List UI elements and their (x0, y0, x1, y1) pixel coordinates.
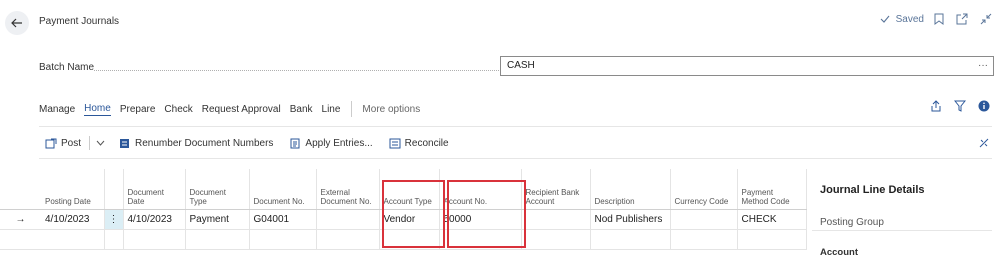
checkmark-icon (880, 15, 890, 23)
col-payment-method-code[interactable]: Payment Method Code (737, 169, 807, 210)
col-currency-code[interactable]: Currency Code (670, 169, 738, 210)
batch-name-label: Batch Name (39, 62, 95, 73)
apply-entries-button[interactable]: Apply Entries... (289, 137, 373, 149)
saved-status: Saved (895, 13, 924, 25)
personalize-button[interactable] (978, 137, 990, 152)
menu-home[interactable]: Home (84, 103, 111, 116)
action-bar: Post Renumber Document Numbers Apply Ent… (45, 136, 465, 150)
cell-document-date[interactable]: 4/10/2023 (123, 209, 186, 230)
row-actions-icon[interactable]: ⋮ (104, 209, 124, 230)
open-new-window-icon[interactable] (956, 13, 968, 25)
renumber-icon (120, 138, 130, 148)
apply-entries-label: Apply Entries... (305, 137, 373, 149)
chevron-down-icon (96, 140, 105, 146)
collapse-icon[interactable] (980, 13, 992, 25)
col-actions (104, 169, 124, 210)
reconcile-icon (389, 138, 401, 148)
cell-recipient-bank-account[interactable] (521, 209, 591, 230)
details-account[interactable]: Account (820, 247, 858, 257)
col-recipient-bank-account[interactable]: Recipient Bank Account (521, 169, 591, 210)
cell-external-document-no[interactable] (316, 209, 380, 230)
menu-request-approval[interactable]: Request Approval (202, 104, 281, 115)
arrow-left-icon (11, 18, 22, 28)
cell-description[interactable]: Nod Publishers (590, 209, 671, 230)
menu-prepare[interactable]: Prepare (120, 104, 156, 115)
info-icon[interactable] (978, 100, 990, 112)
cell-posting-date[interactable]: 4/10/2023 (41, 209, 105, 230)
share-icon[interactable] (930, 100, 942, 112)
renumber-document-numbers-button[interactable]: Renumber Document Numbers (119, 138, 273, 149)
action-menu-bar: Manage Home Prepare Check Request Approv… (39, 101, 429, 117)
batch-leader-dots (94, 62, 499, 71)
col-document-no[interactable]: Document No. (249, 169, 317, 210)
renumber-label: Renumber Document Numbers (135, 137, 274, 149)
post-button[interactable]: Post (45, 138, 81, 149)
cell-document-type[interactable]: Payment (185, 209, 250, 230)
menu-line[interactable]: Line (322, 104, 341, 115)
lookup-ellipsis-icon[interactable]: ··· (978, 60, 988, 71)
menu-bank[interactable]: Bank (290, 104, 313, 115)
page-title: Payment Journals (39, 16, 120, 27)
cell-currency-code[interactable] (670, 209, 738, 230)
details-divider (812, 230, 992, 231)
menu-divider (351, 101, 353, 117)
apply-entries-icon (290, 138, 300, 148)
menu-check[interactable]: Check (164, 104, 192, 115)
action-divider-line (39, 158, 992, 159)
col-document-date[interactable]: Document Date (123, 169, 186, 210)
highlight-account-type (382, 180, 445, 248)
col-description[interactable]: Description (590, 169, 671, 210)
post-split-divider (89, 136, 91, 150)
personalize-icon (979, 138, 989, 148)
details-posting-group[interactable]: Posting Group (820, 217, 884, 228)
post-label: Post (61, 137, 82, 149)
cell-payment-method-code[interactable]: CHECK (737, 209, 807, 230)
batch-name-field[interactable]: CASH ··· (500, 56, 994, 76)
reconcile-button[interactable]: Reconcile (389, 138, 449, 149)
reconcile-label: Reconcile (404, 137, 449, 149)
post-icon (45, 138, 57, 148)
top-right-controls: Saved (880, 13, 992, 25)
col-external-document-no[interactable]: External Document No. (316, 169, 380, 210)
details-title: Journal Line Details (820, 184, 925, 196)
col-document-type[interactable]: Document Type (185, 169, 250, 210)
menu-manage[interactable]: Manage (39, 104, 75, 115)
menu-divider-line (39, 126, 992, 127)
post-dropdown-button[interactable] (96, 140, 105, 146)
current-row-arrow-icon: → (0, 209, 41, 230)
menu-more-options[interactable]: More options (362, 104, 420, 115)
highlight-account-no (447, 180, 526, 248)
header-row-indicator (0, 169, 41, 210)
menu-right-icons (930, 100, 990, 112)
col-posting-date[interactable]: Posting Date (41, 169, 105, 210)
batch-name-value: CASH (507, 60, 535, 71)
cell-document-no[interactable]: G04001 (249, 209, 317, 230)
back-button[interactable] (5, 11, 29, 35)
journal-line-details-panel: Journal Line Details Posting Group Accou… (820, 184, 925, 257)
filter-icon[interactable] (954, 100, 966, 112)
bookmark-icon[interactable] (934, 13, 944, 25)
